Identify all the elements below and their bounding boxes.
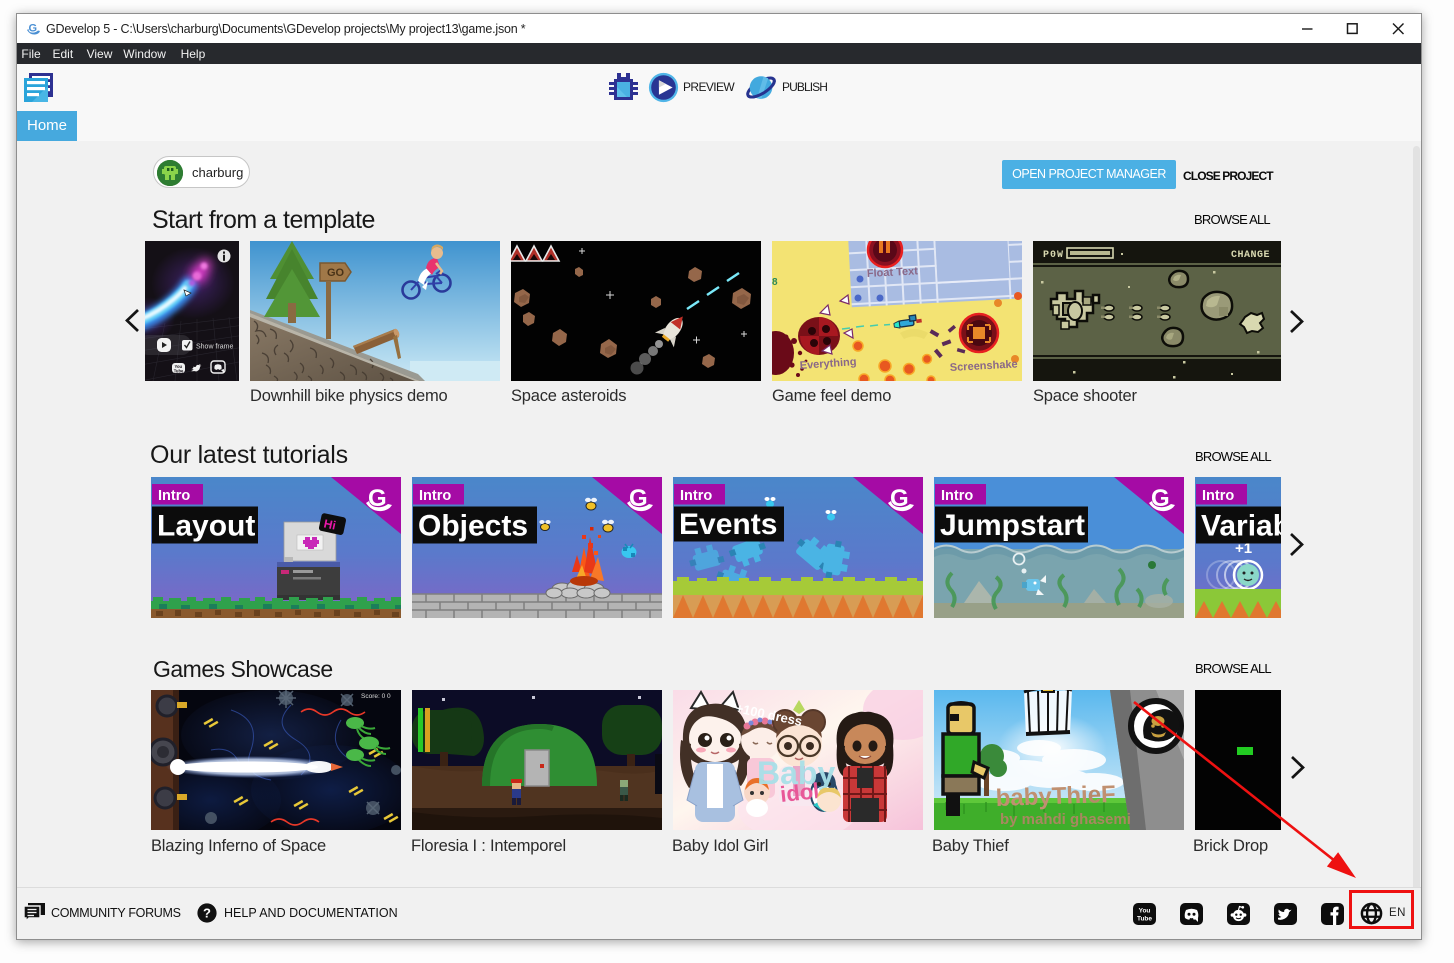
svg-text:Intro: Intro xyxy=(158,488,190,504)
svg-text:Tube: Tube xyxy=(173,368,183,373)
svg-text:by mahdi ghasemi: by mahdi ghasemi xyxy=(1000,811,1131,828)
svg-text:Tube: Tube xyxy=(1137,916,1152,923)
svg-text:idol: idol xyxy=(778,778,820,807)
svg-text:GO: GO xyxy=(327,267,345,279)
svg-text:Objects: Objects xyxy=(418,510,528,543)
svg-text:Intro: Intro xyxy=(1202,488,1234,504)
svg-text:Score: 0 0: Score: 0 0 xyxy=(361,693,391,700)
svg-text:Intro: Intro xyxy=(419,488,451,504)
svg-text:8: 8 xyxy=(772,277,778,288)
svg-text:Layout: Layout xyxy=(157,510,255,543)
svg-text:CHANGE: CHANGE xyxy=(1231,250,1270,261)
svg-text:P0W: P0W xyxy=(1043,250,1064,261)
svg-text:Jumpstart: Jumpstart xyxy=(940,509,1085,542)
svg-text:You: You xyxy=(1139,908,1151,915)
svg-text:Intro: Intro xyxy=(680,488,712,504)
svg-text:?: ? xyxy=(203,906,211,921)
svg-text:Show frame: Show frame xyxy=(196,344,233,351)
svg-text:babyThieF: babyThieF xyxy=(995,780,1116,811)
svg-text:Variabl: Variabl xyxy=(1201,510,1281,543)
svg-text:Events: Events xyxy=(679,508,777,541)
svg-text:Intro: Intro xyxy=(941,488,973,504)
